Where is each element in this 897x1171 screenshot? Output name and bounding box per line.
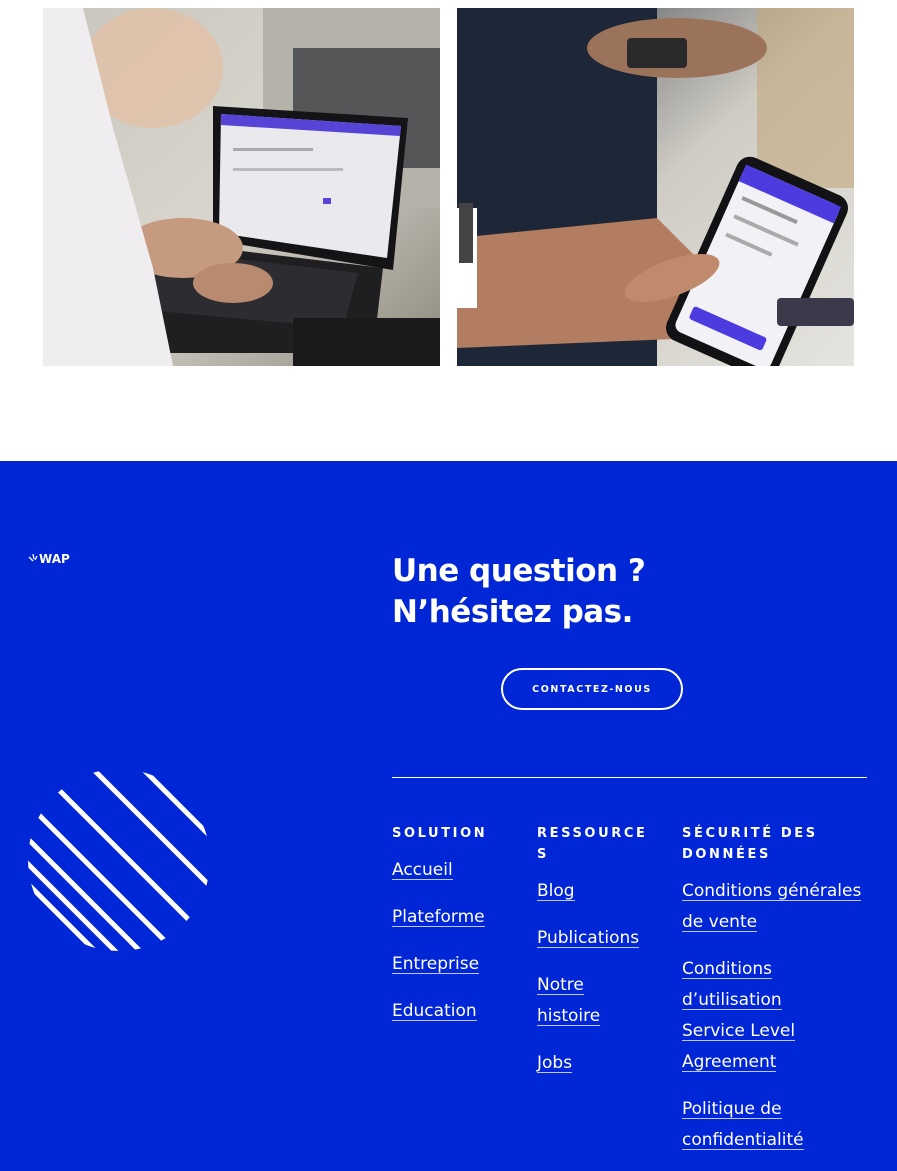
striped-circle-graphic (28, 769, 210, 951)
footer-link-blog[interactable]: Blog (537, 881, 575, 901)
logo-spark-icon (28, 553, 38, 561)
footer-link-cgv[interactable]: Conditions générales de vente (682, 881, 861, 932)
column-title-security: SÉCURITÉ DES DONNÉES (682, 826, 818, 862)
site-footer: WAP Une question ? N’hésitez pas. CONTAC… (0, 461, 897, 1171)
contact-us-button[interactable]: CONTACTEZ-NOUS (501, 668, 683, 710)
laptop-photo (43, 8, 440, 366)
headline-line-1: Une question ? (392, 553, 646, 589)
footer-column-solution: SOLUTION Accueil Plateforme Entreprise E… (392, 823, 522, 1043)
footer-link-sla[interactable]: Service Level Agreement (682, 1021, 795, 1072)
footer-link-publications[interactable]: Publications (537, 928, 639, 948)
footer-link-jobs[interactable]: Jobs (537, 1053, 572, 1073)
footer-link-education[interactable]: Education (392, 1001, 477, 1021)
footer-link-privacy[interactable]: Politique de confidentialité (682, 1099, 804, 1150)
smartphone-photo (457, 8, 854, 366)
footer-link-cgu[interactable]: Conditions d’utilisation (682, 959, 782, 1010)
column-title-solution: SOLUTION (392, 826, 488, 841)
wap-logo[interactable]: WAP (28, 552, 70, 566)
column-title-resources: RESSOURCE S (537, 826, 648, 862)
footer-link-notre-histoire[interactable]: Notre histoire (537, 975, 600, 1026)
footer-link-accueil[interactable]: Accueil (392, 860, 453, 880)
footer-link-plateforme[interactable]: Plateforme (392, 907, 485, 927)
footer-link-entreprise[interactable]: Entreprise (392, 954, 479, 974)
headline-line-2: N’hésitez pas. (392, 594, 633, 630)
footer-column-security: SÉCURITÉ DES DONNÉES Conditions générale… (682, 823, 872, 1171)
footer-headline: Une question ? N’hésitez pas. (392, 551, 792, 633)
footer-divider (392, 777, 867, 778)
logo-text: WAP (39, 552, 70, 566)
footer-column-resources: RESSOURCE S Blog Publications Notre hist… (537, 823, 667, 1095)
